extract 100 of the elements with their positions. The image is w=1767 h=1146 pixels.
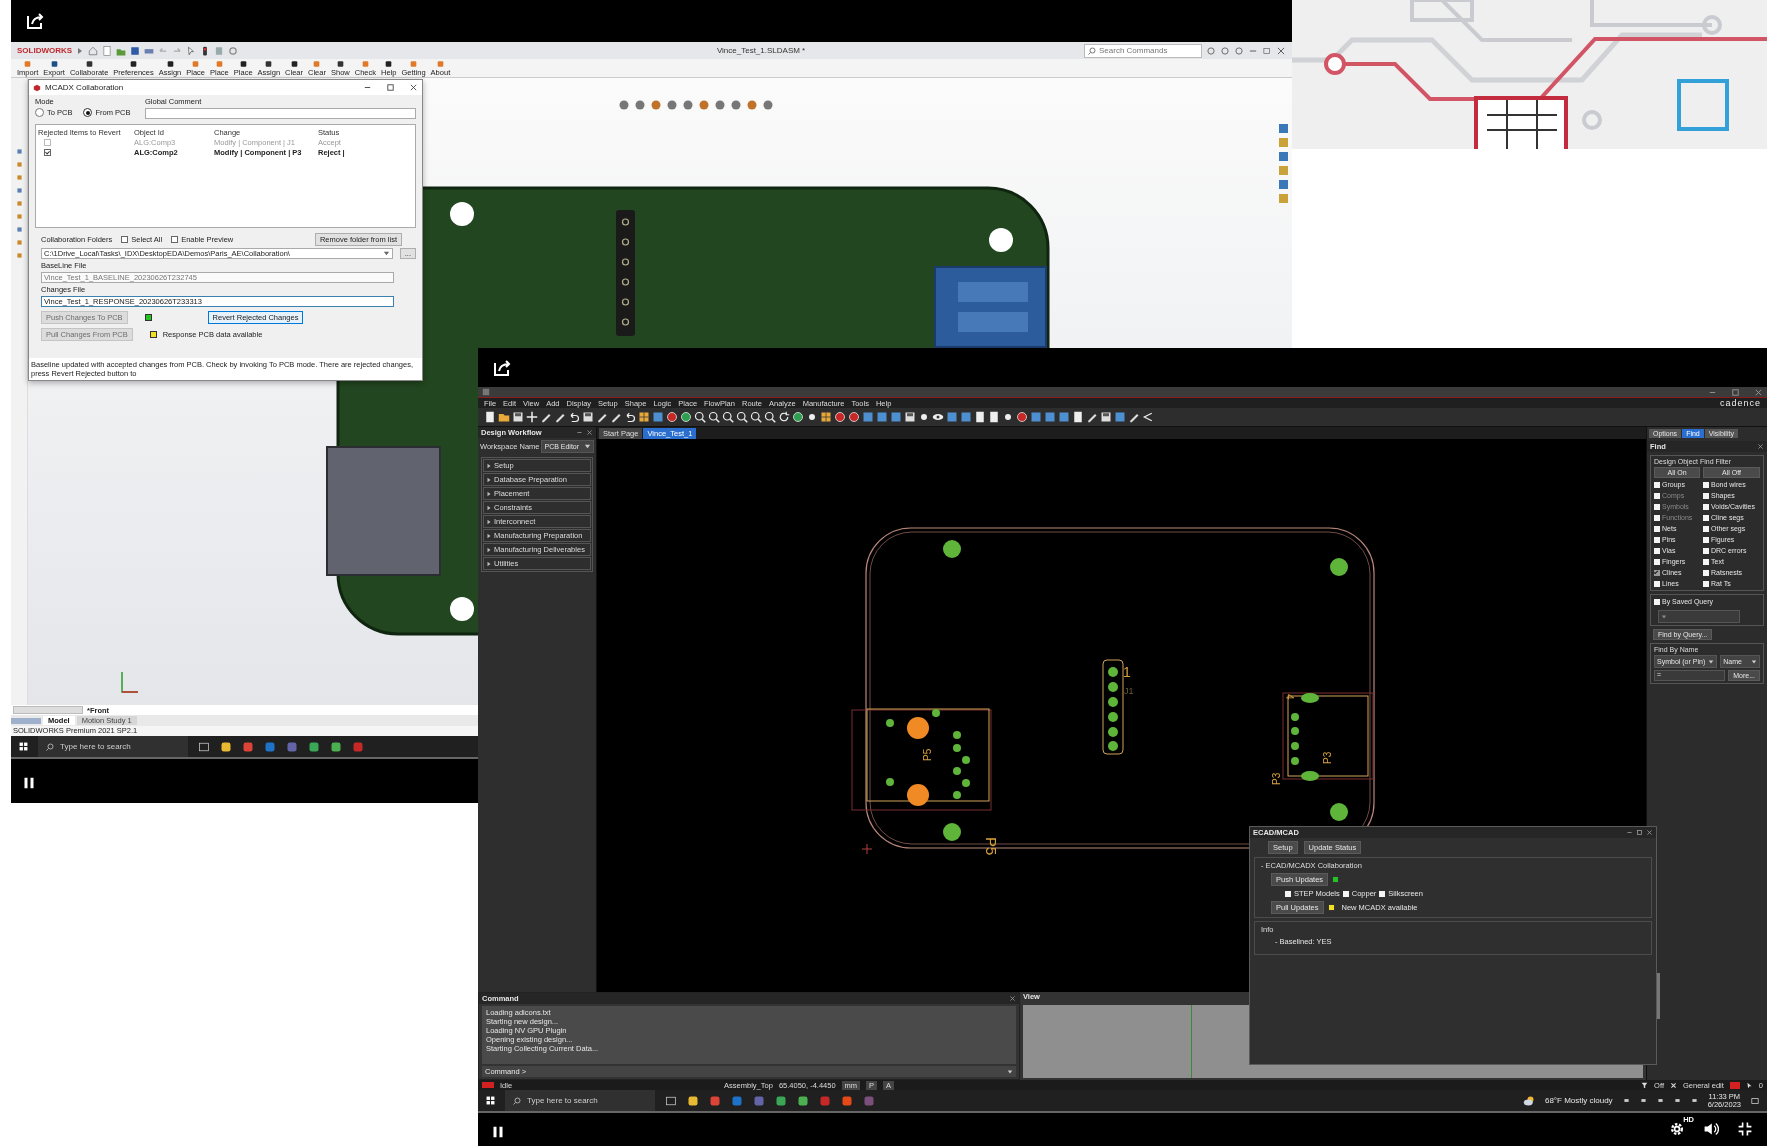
save-icon[interactable] bbox=[582, 411, 594, 423]
pencil-icon[interactable] bbox=[554, 411, 566, 423]
pencil-icon[interactable] bbox=[1086, 411, 1098, 423]
maximize-icon[interactable] bbox=[1636, 829, 1643, 836]
tree-node-icon[interactable] bbox=[15, 252, 23, 259]
checkbox[interactable] bbox=[1703, 525, 1709, 532]
square-icon[interactable] bbox=[1114, 411, 1126, 423]
scrollbar[interactable] bbox=[13, 706, 83, 714]
app-icon[interactable] bbox=[330, 740, 342, 753]
zoom-icon[interactable] bbox=[750, 411, 762, 423]
settings-icon[interactable] bbox=[1669, 1120, 1685, 1137]
grid-icon[interactable] bbox=[638, 411, 650, 423]
windows-icon[interactable] bbox=[486, 1096, 495, 1105]
search-field[interactable]: Search Commands bbox=[1084, 43, 1202, 58]
checkbox[interactable] bbox=[1654, 558, 1660, 565]
save-icon[interactable] bbox=[904, 411, 916, 423]
share-icon[interactable] bbox=[492, 357, 512, 378]
tree-node-icon[interactable] bbox=[15, 174, 23, 181]
checkbox[interactable] bbox=[1654, 536, 1660, 543]
checkbox[interactable] bbox=[1379, 890, 1386, 897]
checkbox[interactable] bbox=[44, 149, 51, 156]
save-icon[interactable] bbox=[130, 45, 141, 56]
tree-node-icon[interactable] bbox=[15, 200, 23, 207]
checkbox[interactable] bbox=[121, 236, 129, 243]
search-field[interactable]: Type here to search bbox=[38, 736, 188, 757]
maximize-icon[interactable] bbox=[1731, 387, 1740, 397]
comment-field[interactable] bbox=[145, 108, 416, 119]
checkbox[interactable] bbox=[1654, 481, 1660, 488]
zoom-icon[interactable] bbox=[694, 411, 706, 423]
app-icon[interactable] bbox=[308, 740, 320, 753]
circle-icon[interactable] bbox=[1016, 411, 1028, 423]
checkbox[interactable] bbox=[1342, 890, 1349, 897]
checkbox[interactable] bbox=[1703, 580, 1709, 587]
square-icon[interactable] bbox=[960, 411, 972, 423]
checkbox[interactable] bbox=[1703, 536, 1709, 543]
eye-icon[interactable] bbox=[932, 411, 944, 423]
app-icon[interactable] bbox=[220, 740, 232, 753]
radio-button[interactable] bbox=[35, 108, 44, 117]
notification-icon[interactable] bbox=[1751, 1096, 1759, 1105]
pencil-icon[interactable] bbox=[1128, 411, 1140, 423]
folder-icon[interactable] bbox=[498, 411, 510, 423]
tree-node-icon[interactable] bbox=[15, 239, 23, 246]
file-icon[interactable] bbox=[974, 411, 986, 423]
checkbox[interactable] bbox=[1703, 569, 1709, 576]
pause-icon[interactable] bbox=[492, 1125, 504, 1138]
pause-icon[interactable] bbox=[23, 777, 35, 789]
close-icon[interactable] bbox=[409, 83, 418, 92]
checkbox[interactable] bbox=[1654, 580, 1660, 587]
undo-icon[interactable] bbox=[624, 411, 636, 423]
move-icon[interactable] bbox=[526, 411, 538, 423]
task-view-icon[interactable] bbox=[198, 740, 210, 753]
task-view-icon[interactable] bbox=[665, 1094, 677, 1107]
grid-icon[interactable] bbox=[820, 411, 832, 423]
tree-node-icon[interactable] bbox=[15, 161, 23, 168]
circle-icon[interactable] bbox=[848, 411, 860, 423]
checkbox[interactable] bbox=[1703, 547, 1709, 554]
share-icon[interactable] bbox=[25, 11, 45, 31]
checkbox[interactable] bbox=[171, 236, 179, 243]
checkbox[interactable] bbox=[1703, 481, 1709, 488]
checkbox[interactable] bbox=[1654, 598, 1660, 605]
circle-icon[interactable] bbox=[792, 411, 804, 423]
square-icon[interactable] bbox=[946, 411, 958, 423]
tree-node-icon[interactable] bbox=[15, 187, 23, 194]
checkbox[interactable] bbox=[1654, 525, 1660, 532]
square-icon[interactable] bbox=[890, 411, 902, 423]
close-icon[interactable] bbox=[1646, 829, 1653, 836]
app-icon[interactable] bbox=[709, 1094, 721, 1107]
checkbox[interactable] bbox=[1654, 569, 1660, 576]
checkbox[interactable] bbox=[1703, 558, 1709, 565]
square-icon[interactable] bbox=[1058, 411, 1070, 423]
fullscreen-exit-icon[interactable] bbox=[1737, 1120, 1753, 1137]
close-icon[interactable] bbox=[586, 429, 593, 436]
circle-icon[interactable] bbox=[680, 411, 692, 423]
square-icon[interactable] bbox=[1044, 411, 1056, 423]
app-icon[interactable] bbox=[775, 1094, 787, 1107]
tree-node-icon[interactable] bbox=[15, 148, 23, 155]
restore-icon[interactable] bbox=[1262, 45, 1272, 56]
maximize-icon[interactable] bbox=[386, 83, 395, 92]
pencil-icon[interactable] bbox=[610, 411, 622, 423]
radio-button[interactable] bbox=[83, 108, 93, 117]
app-icon[interactable] bbox=[797, 1094, 809, 1107]
close-icon[interactable] bbox=[1757, 443, 1764, 450]
app-icon[interactable] bbox=[242, 740, 254, 753]
file-icon[interactable] bbox=[1072, 411, 1084, 423]
cross-icon[interactable] bbox=[1669, 1081, 1677, 1089]
square-icon[interactable] bbox=[876, 411, 888, 423]
checkbox[interactable] bbox=[1703, 503, 1709, 510]
scrollbar[interactable] bbox=[1657, 973, 1660, 1019]
refresh-icon[interactable] bbox=[778, 411, 790, 423]
checkbox[interactable] bbox=[1654, 547, 1660, 554]
zoom-icon[interactable] bbox=[708, 411, 720, 423]
undo-icon[interactable] bbox=[568, 411, 580, 423]
tree-node-icon[interactable] bbox=[15, 213, 23, 220]
zoom-icon[interactable] bbox=[736, 411, 748, 423]
file-icon[interactable] bbox=[988, 411, 1000, 423]
pointer-icon[interactable] bbox=[1745, 1081, 1753, 1089]
pencil-icon[interactable] bbox=[596, 411, 608, 423]
zoom-icon[interactable] bbox=[764, 411, 776, 423]
square-icon[interactable] bbox=[1030, 411, 1042, 423]
zoom-icon[interactable] bbox=[722, 411, 734, 423]
